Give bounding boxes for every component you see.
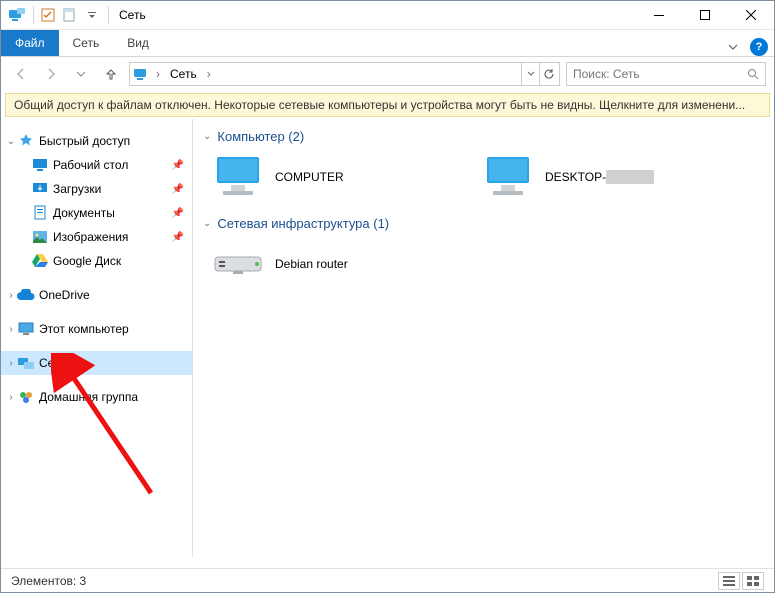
quickaccess-dropdown-icon[interactable] <box>82 5 102 25</box>
item-router[interactable]: Debian router <box>211 241 461 287</box>
ribbon-expand-button[interactable] <box>722 42 744 52</box>
chevron-right-icon[interactable]: › <box>5 290 17 301</box>
help-button[interactable]: ? <box>750 38 768 56</box>
sidebar-item-label: OneDrive <box>39 288 192 302</box>
status-bar: Элементов: 3 <box>1 568 774 592</box>
onedrive-icon <box>17 286 35 304</box>
item-label: DESKTOP-XXXXXX <box>545 170 654 184</box>
group-label: Компьютер (2) <box>217 129 304 144</box>
sidebar-network[interactable]: › Сеть <box>1 351 192 375</box>
back-button[interactable] <box>9 62 33 86</box>
sidebar-quick-access[interactable]: ⌄ Быстрый доступ <box>1 129 192 153</box>
sidebar-item-label: Домашняя группа <box>39 390 192 404</box>
sidebar-item-label: Быстрый доступ <box>39 134 192 148</box>
pin-icon: 📌 <box>172 160 192 171</box>
network-icon <box>17 354 35 372</box>
network-icon <box>7 5 27 25</box>
tab-file[interactable]: Файл <box>1 30 59 56</box>
computers-grid: COMPUTER DESKTOP-XXXXXX <box>203 150 774 212</box>
chevron-right-icon[interactable]: › <box>5 392 17 403</box>
pin-icon: 📌 <box>172 184 192 195</box>
history-dropdown-button[interactable] <box>69 62 93 86</box>
window-title: Сеть <box>119 8 146 22</box>
network-icon <box>132 67 152 81</box>
sidebar-item-label: Загрузки <box>53 182 172 196</box>
maximize-button[interactable] <box>682 1 728 29</box>
sidebar-item-desktop[interactable]: Рабочий стол 📌 <box>15 153 192 177</box>
sidebar-thispc[interactable]: › Этот компьютер <box>1 317 192 341</box>
sidebar-item-googledrive[interactable]: Google Диск <box>15 249 192 273</box>
group-header-infra[interactable]: ⌄ Сетевая инфраструктура (1) <box>203 216 774 231</box>
search-icon <box>747 68 759 80</box>
forward-button[interactable] <box>39 62 63 86</box>
close-button[interactable] <box>728 1 774 29</box>
status-text: Элементов: 3 <box>11 574 86 588</box>
googledrive-icon <box>31 252 49 270</box>
sidebar-item-label: Google Диск <box>53 254 192 268</box>
star-icon <box>17 132 35 150</box>
pictures-icon <box>31 228 49 246</box>
documents-icon <box>31 204 49 222</box>
ribbon: Файл Сеть Вид ? <box>1 30 774 57</box>
router-icon <box>211 241 265 287</box>
tab-network[interactable]: Сеть <box>59 30 114 56</box>
address-bar[interactable]: › Сеть › <box>129 62 560 86</box>
sidebar-item-documents[interactable]: Документы 📌 <box>15 201 192 225</box>
refresh-button[interactable] <box>539 63 557 85</box>
search-input[interactable] <box>573 67 747 81</box>
minimize-button[interactable] <box>636 1 682 29</box>
item-computer[interactable]: COMPUTER <box>211 154 461 200</box>
item-label: Debian router <box>275 257 348 271</box>
navigation-row: › Сеть › <box>1 57 774 91</box>
computer-icon <box>17 320 35 338</box>
new-window-icon[interactable] <box>60 5 80 25</box>
view-icons-button[interactable] <box>742 572 764 590</box>
item-desktop[interactable]: DESKTOP-XXXXXX <box>481 154 731 200</box>
chevron-down-icon[interactable]: ⌄ <box>203 131 211 142</box>
infra-grid: Debian router <box>203 237 774 299</box>
tab-view[interactable]: Вид <box>113 30 163 56</box>
downloads-icon <box>31 180 49 198</box>
sidebar-item-label: Рабочий стол <box>53 158 172 172</box>
search-box[interactable] <box>566 62 766 86</box>
sidebar-item-downloads[interactable]: Загрузки 📌 <box>15 177 192 201</box>
sidebar-item-label: Документы <box>53 206 172 220</box>
sidebar-item-label: Этот компьютер <box>39 322 192 336</box>
chevron-right-icon[interactable]: › <box>203 67 215 81</box>
computer-icon <box>481 154 535 200</box>
separator <box>108 6 109 24</box>
titlebar: Сеть <box>1 1 774 30</box>
sidebar-homegroup[interactable]: › Домашняя группа <box>1 385 192 409</box>
window-controls <box>636 1 774 29</box>
separator <box>33 6 34 24</box>
chevron-right-icon[interactable]: › <box>5 324 17 335</box>
sidebar-onedrive[interactable]: › OneDrive <box>1 283 192 307</box>
info-bar[interactable]: Общий доступ к файлам отключен. Некоторы… <box>5 93 770 117</box>
chevron-right-icon[interactable]: › <box>5 358 17 369</box>
desktop-icon <box>31 156 49 174</box>
chevron-right-icon[interactable]: › <box>152 67 164 81</box>
pin-icon: 📌 <box>172 232 192 243</box>
breadcrumb-segment[interactable]: Сеть <box>164 67 203 81</box>
content-pane: ⌄ Компьютер (2) COMPUTER DESKTOP-XXXXXX … <box>193 119 774 557</box>
sidebar-item-pictures[interactable]: Изображения 📌 <box>15 225 192 249</box>
homegroup-icon <box>17 388 35 406</box>
navigation-pane: ⌄ Быстрый доступ Рабочий стол 📌 Загрузки… <box>1 119 193 557</box>
sidebar-item-label: Сеть <box>39 356 192 370</box>
view-details-button[interactable] <box>718 572 740 590</box>
address-dropdown-button[interactable] <box>521 63 539 85</box>
chevron-down-icon[interactable]: ⌄ <box>203 218 211 229</box>
up-button[interactable] <box>99 62 123 86</box>
chevron-down-icon[interactable]: ⌄ <box>5 136 17 147</box>
item-label: COMPUTER <box>275 170 344 184</box>
group-header-computers[interactable]: ⌄ Компьютер (2) <box>203 129 774 144</box>
pin-icon: 📌 <box>172 208 192 219</box>
main-area: ⌄ Быстрый доступ Рабочий стол 📌 Загрузки… <box>1 119 774 557</box>
group-label: Сетевая инфраструктура (1) <box>217 216 389 231</box>
properties-icon[interactable] <box>38 5 58 25</box>
computer-icon <box>211 154 265 200</box>
sidebar-item-label: Изображения <box>53 230 172 244</box>
